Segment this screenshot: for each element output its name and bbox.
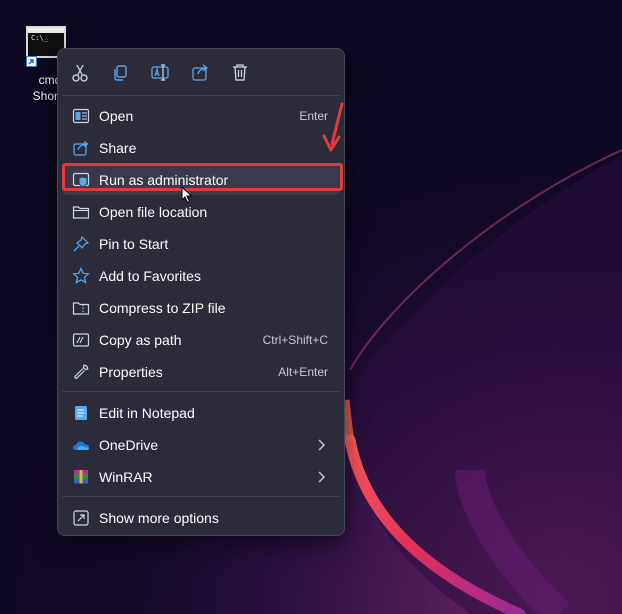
- menu-item-open-file-location[interactable]: Open file location: [62, 197, 340, 227]
- context-menu-toolbar: [58, 49, 344, 95]
- copy-icon: [114, 65, 127, 81]
- menu-item-properties[interactable]: Properties Alt+Enter: [62, 357, 340, 387]
- menu-item-onedrive[interactable]: OneDrive: [62, 430, 340, 460]
- chevron-right-icon: [316, 470, 326, 489]
- mouse-cursor-icon: [181, 186, 193, 204]
- more-options-icon: [72, 509, 90, 527]
- menu-separator: [62, 95, 340, 96]
- notepad-icon: [72, 404, 90, 422]
- star-icon: [72, 267, 90, 285]
- chevron-right-icon: [316, 438, 326, 457]
- menu-item-add-to-favorites[interactable]: Add to Favorites: [62, 261, 340, 291]
- delete-button[interactable]: [227, 59, 253, 85]
- menu-item-show-more-options[interactable]: Show more options: [62, 503, 340, 533]
- pin-icon: [72, 235, 90, 253]
- menu-separator: [62, 496, 340, 497]
- annotation-highlight-box: [62, 163, 343, 191]
- zip-folder-icon: [72, 299, 90, 317]
- cut-button[interactable]: [67, 59, 93, 85]
- context-menu: Open Enter Share Run as administrator Op…: [57, 48, 345, 536]
- wrench-icon: [72, 363, 90, 381]
- onedrive-cloud-icon: [72, 436, 90, 454]
- open-window-icon: [72, 107, 90, 125]
- menu-item-open[interactable]: Open Enter: [62, 101, 340, 131]
- share-icon: [192, 64, 209, 81]
- menu-item-winrar[interactable]: WinRAR: [62, 462, 340, 492]
- menu-item-share[interactable]: Share: [62, 133, 340, 163]
- annotation-arrow: [322, 102, 344, 152]
- share-toolbar-button[interactable]: [187, 59, 213, 85]
- folder-icon: [72, 203, 90, 221]
- menu-item-edit-in-notepad[interactable]: Edit in Notepad: [62, 398, 340, 428]
- rename-icon: [151, 64, 169, 81]
- trash-icon: [233, 64, 247, 81]
- rename-button[interactable]: [147, 59, 173, 85]
- shortcut-arrow-icon: [26, 56, 37, 67]
- copy-path-icon: [72, 331, 90, 349]
- share-icon: [72, 139, 90, 157]
- winrar-icon: [72, 468, 90, 486]
- menu-item-pin-to-start[interactable]: Pin to Start: [62, 229, 340, 259]
- menu-item-copy-as-path[interactable]: Copy as path Ctrl+Shift+C: [62, 325, 340, 355]
- copy-button[interactable]: [107, 59, 133, 85]
- menu-separator: [62, 391, 340, 392]
- scissors-icon: [72, 64, 88, 82]
- menu-item-compress-to-zip[interactable]: Compress to ZIP file: [62, 293, 340, 323]
